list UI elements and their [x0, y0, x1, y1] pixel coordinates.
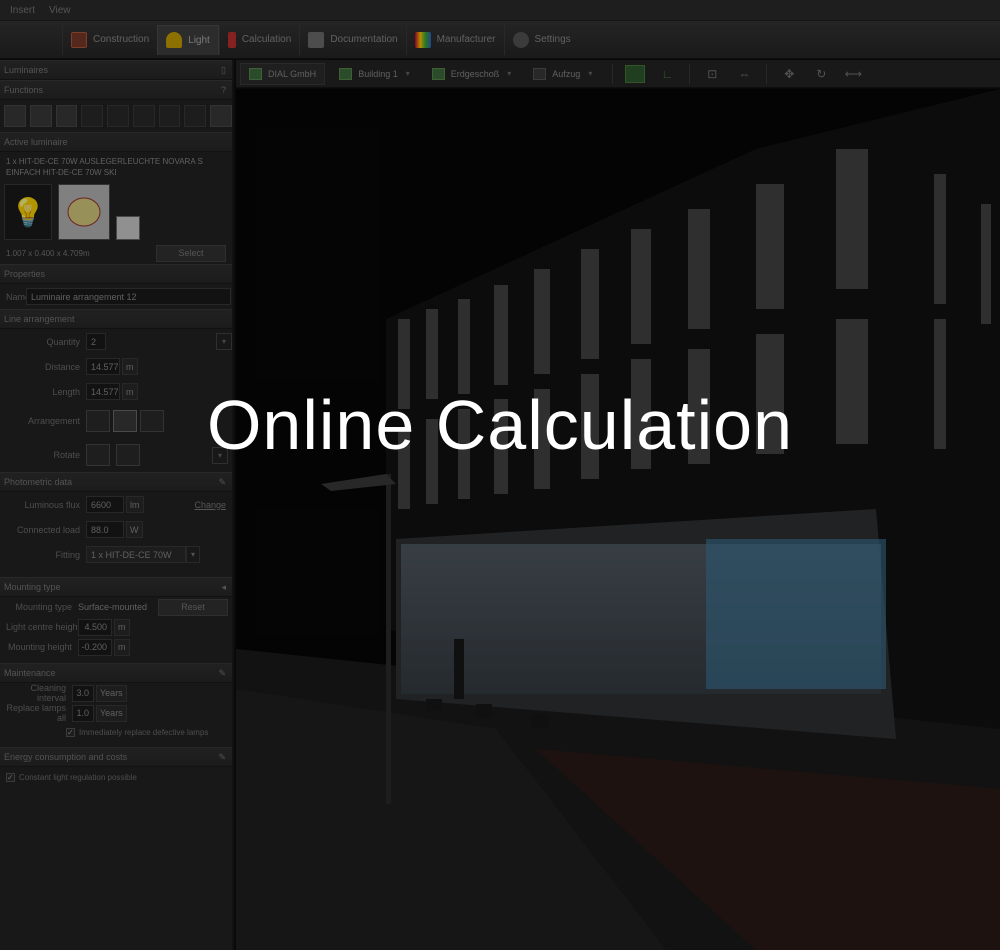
online-calculation-title: Online Calculation [206, 386, 794, 464]
dim-overlay [0, 0, 1000, 950]
